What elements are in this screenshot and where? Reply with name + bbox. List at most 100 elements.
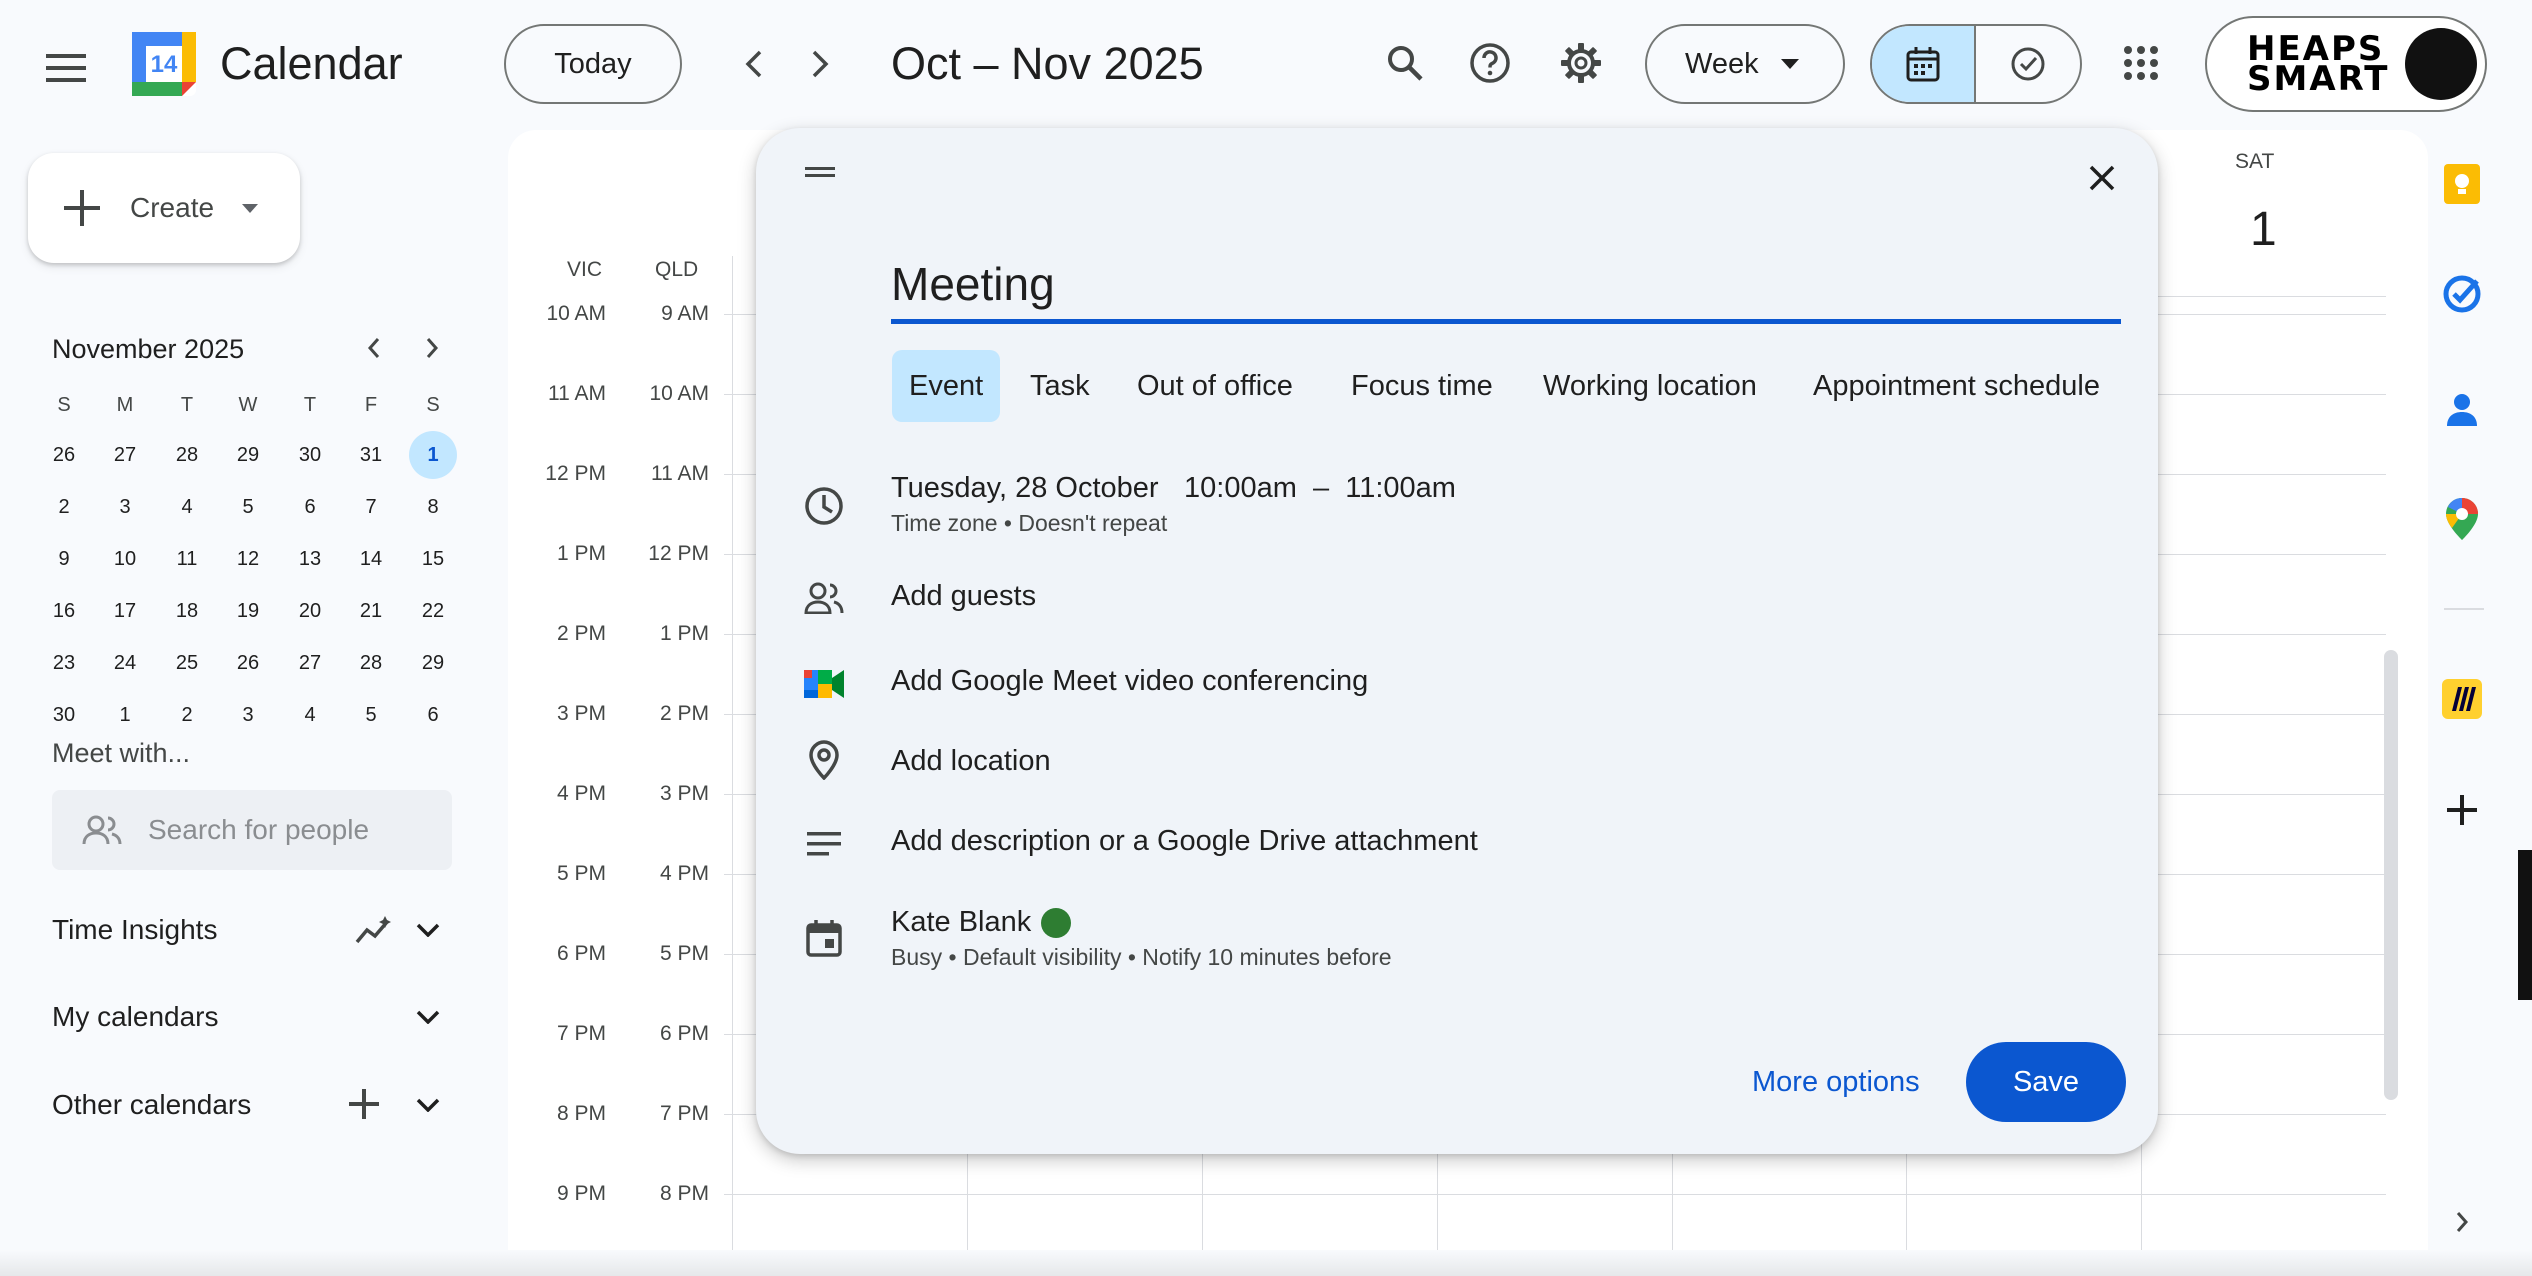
- save-button[interactable]: Save: [1966, 1042, 2126, 1122]
- google-apps-icon[interactable]: [2116, 38, 2166, 88]
- settings-gear-icon[interactable]: [1556, 38, 1606, 88]
- mini-day[interactable]: 20: [286, 587, 334, 635]
- dropdown-arrow-icon: [1780, 59, 1799, 69]
- add-addon-icon[interactable]: [2438, 786, 2486, 834]
- mini-day[interactable]: 11: [163, 535, 211, 583]
- mini-day[interactable]: 28: [347, 639, 395, 687]
- calendar-availability-details[interactable]: Busy • Default visibility • Notify 10 mi…: [891, 944, 1392, 971]
- expand-side-panel-icon[interactable]: [2438, 1198, 2486, 1246]
- other-calendars-heading[interactable]: Other calendars: [52, 1089, 251, 1121]
- mini-day[interactable]: 15: [409, 535, 457, 583]
- tab-event[interactable]: Event: [892, 350, 1001, 422]
- time-insights-heading[interactable]: Time Insights: [52, 914, 217, 946]
- calendar-color-dot[interactable]: [1041, 908, 1071, 938]
- mini-day[interactable]: 19: [224, 587, 272, 635]
- mini-day[interactable]: 16: [40, 587, 88, 635]
- mini-day[interactable]: 5: [224, 483, 272, 531]
- mini-day[interactable]: 6: [409, 691, 457, 739]
- tab-appointment-schedule[interactable]: Appointment schedule: [1796, 350, 2117, 422]
- contacts-icon[interactable]: [2438, 385, 2486, 433]
- mini-day[interactable]: 27: [286, 639, 334, 687]
- mini-day[interactable]: 2: [40, 483, 88, 531]
- mini-previous-month-icon[interactable]: [356, 330, 392, 366]
- search-people-input[interactable]: Search for people: [52, 790, 452, 870]
- close-icon[interactable]: [2074, 150, 2130, 206]
- mini-day[interactable]: 30: [40, 691, 88, 739]
- mini-day[interactable]: 26: [224, 639, 272, 687]
- tab-working-location[interactable]: Working location: [1526, 350, 1774, 422]
- calendar-view-toggle[interactable]: [1872, 26, 1977, 102]
- add-other-calendar-icon[interactable]: [344, 1084, 384, 1124]
- mini-day[interactable]: 3: [224, 691, 272, 739]
- mini-day[interactable]: 17: [101, 587, 149, 635]
- mini-day[interactable]: 25: [163, 639, 211, 687]
- mini-day[interactable]: 1: [101, 691, 149, 739]
- add-location[interactable]: Add location: [891, 745, 1051, 778]
- mini-day[interactable]: 31: [347, 431, 395, 479]
- tab-focus-time[interactable]: Focus time: [1334, 350, 1510, 422]
- mini-day[interactable]: 13: [286, 535, 334, 583]
- drag-handle-icon[interactable]: [792, 150, 848, 194]
- event-time-range[interactable]: 10:00am – 11:00am: [1184, 472, 1456, 505]
- mini-day[interactable]: 18: [163, 587, 211, 635]
- search-icon[interactable]: [1380, 38, 1430, 88]
- mini-day[interactable]: 28: [163, 431, 211, 479]
- add-google-meet[interactable]: Add Google Meet video conferencing: [891, 665, 1368, 698]
- miro-app-icon[interactable]: [2438, 675, 2486, 723]
- event-title-input[interactable]: [891, 248, 2121, 324]
- mini-day[interactable]: 2: [163, 691, 211, 739]
- tab-task[interactable]: Task: [1013, 350, 1107, 422]
- timezone-label: QLD: [655, 258, 699, 281]
- account-button[interactable]: HEAPS SMART: [2205, 16, 2487, 112]
- mini-day[interactable]: 14: [347, 535, 395, 583]
- calendar-logo-icon[interactable]: 14: [132, 32, 196, 96]
- day-header-date[interactable]: 1: [2250, 202, 2277, 257]
- mini-day[interactable]: 23: [40, 639, 88, 687]
- insights-sparkle-icon[interactable]: [352, 908, 398, 954]
- maps-pin-icon[interactable]: [2438, 495, 2486, 543]
- today-button[interactable]: Today: [504, 24, 682, 104]
- mini-day[interactable]: 27: [101, 431, 149, 479]
- mini-day[interactable]: 5: [347, 691, 395, 739]
- mini-day[interactable]: 29: [224, 431, 272, 479]
- other-calendars-expand-icon[interactable]: [408, 1085, 448, 1125]
- add-guests[interactable]: Add guests: [891, 580, 1036, 613]
- tab-out-of-office[interactable]: Out of office: [1120, 350, 1310, 422]
- event-date[interactable]: Tuesday, 28 October: [891, 472, 1159, 505]
- tasks-icon[interactable]: [2438, 270, 2486, 318]
- mini-next-month-icon[interactable]: [414, 330, 450, 366]
- mini-day[interactable]: 8: [409, 483, 457, 531]
- more-options-button[interactable]: More options: [1752, 1042, 1920, 1122]
- mini-day-today[interactable]: 1: [409, 431, 457, 479]
- mini-day[interactable]: 24: [101, 639, 149, 687]
- calendar-owner-name[interactable]: Kate Blank: [891, 906, 1031, 939]
- mini-day[interactable]: 9: [40, 535, 88, 583]
- mini-day[interactable]: 26: [40, 431, 88, 479]
- mini-day[interactable]: 7: [347, 483, 395, 531]
- create-button[interactable]: Create: [28, 153, 300, 263]
- view-selector[interactable]: Week: [1645, 24, 1845, 104]
- my-calendars-expand-icon[interactable]: [408, 997, 448, 1037]
- mini-day[interactable]: 30: [286, 431, 334, 479]
- mini-day[interactable]: 4: [286, 691, 334, 739]
- mini-day[interactable]: 22: [409, 587, 457, 635]
- keep-notes-icon[interactable]: [2438, 160, 2486, 208]
- event-time-details[interactable]: Time zone • Doesn't repeat: [891, 510, 1167, 537]
- mini-day[interactable]: 3: [101, 483, 149, 531]
- grid-scrollbar[interactable]: [2384, 650, 2398, 1100]
- my-calendars-heading[interactable]: My calendars: [52, 1001, 219, 1033]
- main-menu-icon[interactable]: [38, 40, 94, 96]
- mini-day[interactable]: 21: [347, 587, 395, 635]
- tasks-view-toggle[interactable]: [1976, 26, 2080, 102]
- add-description[interactable]: Add description or a Google Drive attach…: [891, 825, 1478, 858]
- mini-day[interactable]: 12: [224, 535, 272, 583]
- mini-day[interactable]: 10: [101, 535, 149, 583]
- mini-day[interactable]: 29: [409, 639, 457, 687]
- avatar: [2405, 28, 2477, 100]
- help-icon[interactable]: [1465, 38, 1515, 88]
- mini-day[interactable]: 6: [286, 483, 334, 531]
- previous-period-icon[interactable]: [730, 40, 778, 88]
- time-insights-expand-icon[interactable]: [408, 910, 448, 950]
- mini-day[interactable]: 4: [163, 483, 211, 531]
- next-period-icon[interactable]: [796, 40, 844, 88]
